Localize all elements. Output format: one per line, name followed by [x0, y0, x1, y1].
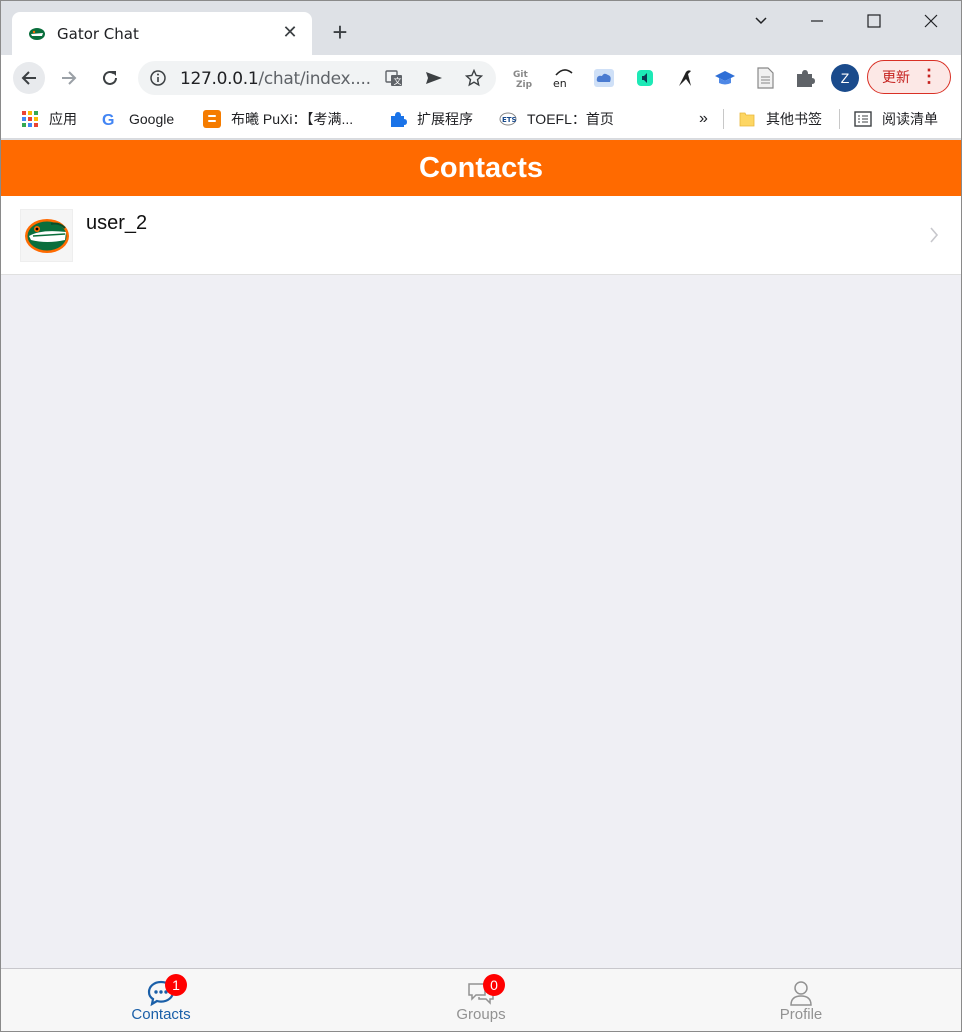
svg-text:Git: Git [513, 70, 528, 80]
browser-window: Gator Chat ✕ + 127.0.0.1/chat/index.... … [0, 0, 962, 1032]
bookmark-apps[interactable]: 应用 [21, 109, 77, 129]
apps-grid-icon [22, 111, 38, 127]
unread-badge: 1 [165, 974, 187, 996]
reload-icon [103, 70, 117, 85]
more-menu-icon[interactable]: ⋮ [920, 61, 938, 91]
ets-icon: ETS [499, 112, 517, 126]
close-window-icon[interactable] [911, 7, 951, 35]
bookmark-label: 扩展程序 [417, 111, 473, 127]
svg-text:Zip: Zip [516, 80, 533, 90]
bookmark-label: Google [129, 111, 175, 127]
forward-button[interactable] [53, 62, 85, 94]
svg-text:en: en [553, 77, 567, 90]
url-path: /chat/index.... [258, 69, 371, 89]
graduation-cap-extension-icon[interactable] [713, 66, 737, 90]
translate-icon[interactable]: 文 [385, 69, 403, 87]
bottom-tab-bar: 1 Contacts 0 Groups Profile [1, 968, 961, 1031]
bird-extension-icon[interactable] [673, 66, 697, 90]
arrow-right-icon [62, 71, 77, 85]
tab-groups[interactable]: 0 Groups [321, 969, 641, 1031]
contact-name: user_2 [86, 212, 148, 234]
bookmark-reading-list[interactable]: 阅读清单 [854, 109, 938, 129]
bookmark-label: 布曦 PuXi：【考满... [231, 111, 354, 127]
info-icon[interactable] [150, 70, 166, 86]
bookmarks-overflow-button[interactable]: » [699, 109, 708, 129]
tab-search-icon[interactable] [741, 7, 781, 35]
reload-button[interactable] [94, 62, 126, 94]
bookmark-divider [839, 109, 840, 129]
tab-label: Contacts [131, 1006, 191, 1023]
svg-text:G: G [102, 112, 114, 128]
google-icon: G [102, 112, 114, 128]
tab-title: Gator Chat [57, 25, 139, 43]
close-tab-icon[interactable]: ✕ [280, 22, 300, 42]
bookmarks-bar: 应用 G Google 布曦 PuXi：【考满... 扩展程序 ETS TOEF… [1, 101, 961, 139]
send-icon[interactable] [425, 69, 443, 87]
arrow-left-icon [21, 71, 36, 85]
unread-badge: 0 [483, 974, 505, 996]
puzzle-extensions-icon[interactable] [793, 66, 817, 90]
page-title: Contacts [418, 152, 544, 184]
browser-toolbar: 127.0.0.1/chat/index.... 文 Git Zip en Z 更… [1, 55, 961, 101]
svg-text:ETS: ETS [502, 116, 517, 124]
maximize-icon[interactable] [854, 7, 894, 35]
minimize-icon[interactable] [797, 7, 837, 35]
bookmark-label: TOEFL：首页 [527, 111, 614, 127]
contact-avatar [20, 209, 73, 262]
blogger-icon [203, 110, 221, 128]
chevron-right-icon [930, 227, 939, 243]
page-viewport: Contacts user_2 1 Contacts 0 Groups Prof… [1, 140, 961, 1031]
profile-avatar[interactable]: Z [831, 64, 859, 92]
bookmark-toefl[interactable]: ETS TOEFL：首页 [499, 109, 614, 129]
gator-favicon-icon [29, 28, 45, 40]
url-host: 127.0.0.1 [180, 69, 259, 89]
app-header: Contacts [1, 140, 961, 196]
reading-list-icon [854, 111, 872, 127]
bookmark-extensions[interactable]: 扩展程序 [389, 109, 473, 129]
svg-text:文: 文 [394, 76, 402, 86]
contact-list-item[interactable]: user_2 [1, 196, 961, 275]
tab-strip: Gator Chat ✕ + [1, 1, 961, 55]
back-button[interactable] [13, 62, 45, 94]
bookmark-other[interactable]: 其他书签 [738, 109, 822, 129]
gitzip-extension-icon[interactable]: Git Zip [511, 66, 535, 90]
bookmark-star-icon[interactable] [465, 69, 483, 87]
folder-icon [739, 112, 755, 127]
dictionary-extension-icon[interactable]: en [552, 66, 576, 90]
address-bar[interactable]: 127.0.0.1/chat/index.... 文 [138, 61, 496, 95]
person-icon [790, 981, 812, 1006]
document-extension-icon[interactable] [753, 66, 777, 90]
url-text: 127.0.0.1/chat/index.... [180, 69, 371, 89]
bookmark-label: 其他书签 [766, 111, 822, 127]
update-label: 更新 [882, 69, 910, 85]
bookmark-divider [723, 109, 724, 129]
tab-label: Profile [779, 1006, 823, 1023]
gator-logo-icon [25, 219, 69, 253]
bookmark-label: 阅读清单 [882, 111, 938, 127]
tab-label: Groups [456, 1006, 506, 1023]
bookmark-label: 应用 [49, 111, 77, 127]
overflow-chevron-icon: » [699, 110, 708, 127]
puzzle-icon [391, 112, 407, 127]
update-button[interactable]: 更新 ⋮ [867, 60, 951, 94]
cloud-upload-extension-icon[interactable] [592, 66, 616, 90]
bookmark-google[interactable]: G Google [101, 109, 174, 129]
audio-extension-icon[interactable] [633, 66, 657, 90]
new-tab-button[interactable]: + [327, 19, 353, 45]
bookmark-puxi[interactable]: 布曦 PuXi：【考满... [203, 109, 353, 129]
browser-tab-active[interactable]: Gator Chat ✕ [12, 12, 312, 55]
tab-contacts[interactable]: 1 Contacts [1, 969, 321, 1031]
tab-profile[interactable]: Profile [641, 969, 961, 1031]
